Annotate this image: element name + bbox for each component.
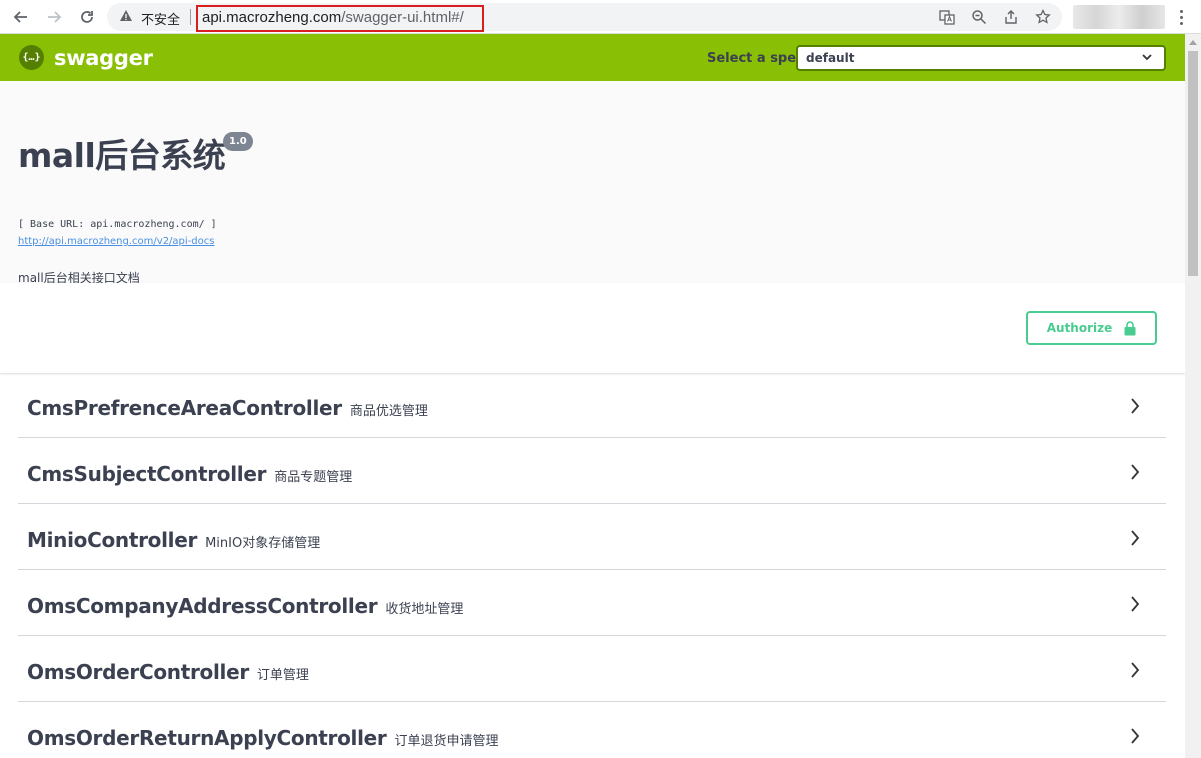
forward-arrow-icon	[48, 11, 62, 23]
tag-description: 商品优选管理	[349, 404, 428, 419]
authorize-button[interactable]: Authorize	[1026, 311, 1157, 345]
chevron-right-icon[interactable]	[1130, 596, 1140, 612]
scroll-up-arrow-icon[interactable]	[1189, 40, 1197, 45]
reload-button[interactable]	[75, 5, 99, 29]
tag-section[interactable]: MinioController MinIO对象存储管理	[18, 504, 1166, 570]
tag-section[interactable]: CmsPrefrenceAreaController 商品优选管理	[18, 372, 1166, 438]
swagger-logo[interactable]: {…} swagger	[19, 45, 153, 70]
back-arrow-icon	[13, 11, 27, 23]
bookmark-star-icon[interactable]	[1032, 7, 1054, 27]
swagger-logo-text: swagger	[54, 45, 153, 70]
url-host: api.macrozheng.com	[202, 9, 342, 26]
browser-toolbar: 不安全 api.macrozheng.com/swagger-ui.html#/	[0, 0, 1201, 34]
zoom-icon[interactable]	[968, 7, 990, 27]
insecure-label[interactable]: 不安全	[141, 9, 180, 28]
url-text[interactable]: api.macrozheng.com/swagger-ui.html#/	[196, 5, 484, 32]
spec-select[interactable]: default	[796, 45, 1166, 71]
url-path: /swagger-ui.html#/	[341, 9, 464, 26]
lock-icon	[1124, 320, 1136, 335]
api-title: mall后台系统	[18, 136, 226, 175]
forward-button[interactable]	[42, 5, 66, 29]
version-badge: 1.0	[223, 132, 253, 151]
scheme-container: Authorize	[0, 283, 1185, 373]
warning-icon[interactable]	[119, 9, 133, 23]
tag-description: 商品专题管理	[274, 470, 353, 485]
tag-description: 订单管理	[256, 668, 309, 683]
page-scrollbar[interactable]	[1185, 34, 1201, 758]
tag-description: MinIO对象存储管理	[205, 536, 321, 551]
tag-name: MinioController MinIO对象存储管理	[27, 528, 321, 552]
chevron-down-icon	[1142, 54, 1152, 61]
tag-name: OmsOrderReturnApplyController 订单退货申请管理	[27, 726, 499, 750]
swagger-page: {…} swagger Select a spec default mall后台…	[0, 34, 1185, 758]
swagger-logo-icon: {…}	[19, 45, 44, 70]
tag-description: 收货地址管理	[385, 602, 464, 617]
tag-list: CmsPrefrenceAreaController 商品优选管理 CmsSubj…	[18, 372, 1166, 758]
chevron-right-icon[interactable]	[1130, 728, 1140, 744]
chevron-right-icon[interactable]	[1130, 464, 1140, 480]
browser-menu-icon[interactable]	[1172, 5, 1190, 29]
tag-name: CmsSubjectController 商品专题管理	[27, 462, 353, 486]
chevron-right-icon[interactable]	[1130, 398, 1140, 414]
address-bar[interactable]: 不安全 api.macrozheng.com/swagger-ui.html#/	[107, 3, 1062, 32]
chevron-right-icon[interactable]	[1130, 662, 1140, 678]
back-button[interactable]	[9, 5, 33, 29]
tag-name: OmsCompanyAddressController 收货地址管理	[27, 594, 464, 618]
tag-name: OmsOrderController 订单管理	[27, 660, 309, 684]
chevron-right-icon[interactable]	[1130, 530, 1140, 546]
tag-section[interactable]: OmsCompanyAddressController 收货地址管理	[18, 570, 1166, 636]
profile-avatar[interactable]	[1073, 5, 1165, 29]
omnibox-divider	[190, 9, 191, 25]
scroll-thumb[interactable]	[1188, 51, 1198, 276]
share-icon[interactable]	[1000, 7, 1022, 27]
tag-section[interactable]: OmsOrderController 订单管理	[18, 636, 1166, 702]
base-url: [ Base URL: api.macrozheng.com/ ]	[18, 219, 217, 230]
reload-icon	[81, 11, 93, 23]
swagger-topbar: {…} swagger Select a spec default	[0, 34, 1185, 81]
spec-select-value: default	[806, 51, 855, 65]
api-docs-link[interactable]: http://api.macrozheng.com/v2/api-docs	[18, 236, 214, 247]
tag-section[interactable]: CmsSubjectController 商品专题管理	[18, 438, 1166, 504]
tag-section[interactable]: OmsOrderReturnApplyController 订单退货申请管理	[18, 702, 1166, 758]
tag-name: CmsPrefrenceAreaController 商品优选管理	[27, 396, 428, 420]
translate-icon[interactable]	[936, 7, 958, 27]
api-info: mall后台系统 1.0 [ Base URL: api.macrozheng.…	[0, 81, 1185, 285]
tag-description: 订单退货申请管理	[394, 734, 499, 749]
authorize-label: Authorize	[1046, 321, 1113, 335]
spec-select-label: Select a spec	[707, 51, 804, 66]
